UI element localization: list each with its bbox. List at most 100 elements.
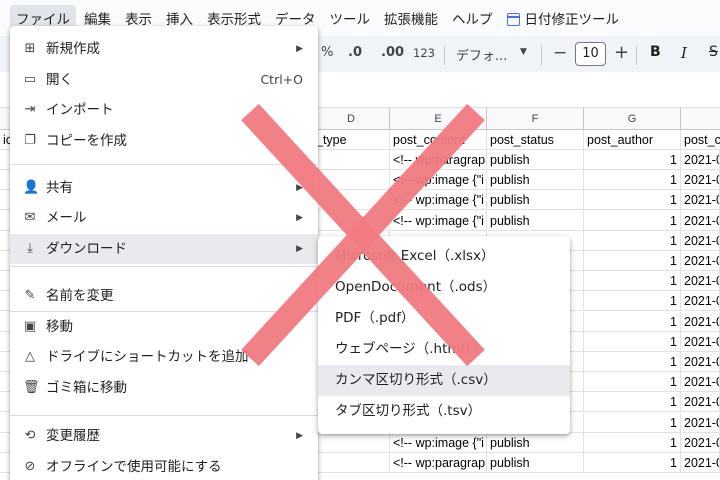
table-cell[interactable]: 2021-0: [681, 230, 720, 251]
table-cell[interactable]: 1: [584, 412, 681, 433]
column-header[interactable]: D: [313, 108, 390, 130]
table-cell[interactable]: 1: [584, 392, 681, 413]
table-cell[interactable]: 2021-0: [681, 311, 720, 332]
download-csv-item[interactable]: カンマ区切り形式（.csv）: [318, 365, 570, 396]
table-cell[interactable]: [313, 190, 390, 211]
table-cell[interactable]: 1: [584, 271, 681, 292]
table-cell[interactable]: 2021-0: [681, 170, 720, 191]
menu-item-email[interactable]: ✉ メール ▶: [10, 203, 318, 233]
italic-button[interactable]: I: [681, 44, 687, 62]
menu-item-open[interactable]: ▭ 開く Ctrl+O: [10, 65, 318, 95]
column-header[interactable]: [681, 108, 720, 130]
menu-tools[interactable]: ツール: [324, 5, 377, 31]
table-cell[interactable]: publish: [487, 432, 584, 453]
menu-help[interactable]: ヘルプ: [446, 5, 499, 31]
table-cell[interactable]: <!-- wp:image {"i: [390, 210, 487, 231]
table-cell[interactable]: 1: [584, 210, 681, 231]
table-cell[interactable]: 1: [584, 170, 681, 191]
table-cell[interactable]: 2021-0: [681, 210, 720, 231]
menu-item-rename[interactable]: ✎ 名前を変更: [10, 281, 318, 311]
menu-item-download[interactable]: ⤓ ダウンロード ▶: [10, 234, 318, 264]
table-cell[interactable]: 2021-0: [681, 412, 720, 433]
table-cell[interactable]: 1: [584, 251, 681, 271]
table-cell[interactable]: 2021-0: [681, 432, 720, 453]
toolbar-divider: [636, 45, 637, 65]
table-cell[interactable]: 1: [584, 453, 681, 473]
download-tsv-item[interactable]: タブ区切り形式（.tsv）: [318, 396, 570, 427]
header-cell[interactable]: post_author: [584, 130, 681, 150]
download-pdf-item[interactable]: PDF（.pdf）: [318, 303, 570, 334]
menu-item-share[interactable]: 👤 共有 ▶: [10, 173, 318, 203]
table-cell[interactable]: 2021-0: [681, 271, 720, 292]
menu-item-add-shortcut[interactable]: △ ドライブにショートカットを追加: [10, 342, 318, 372]
font-size-increase-button[interactable]: +: [614, 42, 629, 63]
table-cell[interactable]: publish: [487, 210, 584, 231]
bold-button[interactable]: B: [650, 44, 661, 60]
table-cell[interactable]: 1: [584, 331, 681, 352]
menu-item-make-copy[interactable]: ❐ コピーを作成: [10, 126, 318, 156]
font-size-input[interactable]: 10: [575, 42, 606, 66]
column-header[interactable]: F: [487, 108, 584, 130]
table-cell[interactable]: publish: [487, 150, 584, 170]
table-cell[interactable]: publish: [487, 170, 584, 191]
table-cell[interactable]: 2021-0: [681, 251, 720, 271]
column-header[interactable]: E: [390, 108, 487, 130]
table-cell[interactable]: [313, 170, 390, 191]
menu-date-fix-tool[interactable]: 日付修正ツール: [501, 5, 626, 31]
download-xlsx-item[interactable]: Microsoft Excel（.xlsx）: [318, 241, 570, 272]
table-cell[interactable]: publish: [487, 190, 584, 211]
table-cell[interactable]: 1: [584, 150, 681, 170]
font-family-select[interactable]: デフォ...: [456, 45, 507, 64]
download-html-item[interactable]: ウェブページ（.html）: [318, 334, 570, 365]
header-cell[interactable]: post_content: [390, 130, 487, 150]
table-cell[interactable]: [313, 432, 390, 453]
table-cell[interactable]: 2021-0: [681, 453, 720, 473]
table-cell[interactable]: [313, 453, 390, 473]
table-cell[interactable]: 2021-0: [681, 190, 720, 211]
table-cell[interactable]: publish: [487, 453, 584, 473]
table-cell[interactable]: 1: [584, 291, 681, 312]
table-cell[interactable]: [313, 210, 390, 231]
table-cell[interactable]: 1: [584, 372, 681, 393]
table-cell[interactable]: 2021-0: [681, 372, 720, 393]
menu-item-label: ダウンロード: [46, 241, 127, 257]
keyboard-shortcut: Ctrl+O: [260, 72, 303, 87]
header-cell[interactable]: _type: [313, 130, 390, 150]
download-ods-item[interactable]: OpenDocument（.ods）: [318, 272, 570, 303]
table-cell[interactable]: 1: [584, 230, 681, 251]
decrease-decimal-button[interactable]: .0: [348, 45, 362, 60]
table-cell[interactable]: <!-- wp:image {"i: [390, 190, 487, 211]
increase-decimal-button[interactable]: .00: [381, 45, 404, 60]
header-cell[interactable]: post_c: [681, 130, 720, 150]
column-header[interactable]: G: [584, 108, 681, 130]
header-cell[interactable]: post_status: [487, 130, 584, 150]
table-cell[interactable]: 1: [584, 432, 681, 453]
table-cell[interactable]: 2021-0: [681, 352, 720, 372]
table-cell[interactable]: <!-- wp:paragrap: [390, 453, 487, 473]
menu-item-version-history[interactable]: ⟲ 変更履歴 ▶: [10, 421, 318, 451]
table-cell[interactable]: 2021-0: [681, 392, 720, 413]
menu-item-trash[interactable]: 🗑 ゴミ箱に移動: [10, 373, 318, 403]
table-cell[interactable]: <!-- wp:paragrap: [390, 150, 487, 170]
table-cell[interactable]: 1: [584, 311, 681, 332]
table-cell[interactable]: <!-- wp:image {"i: [390, 170, 487, 191]
table-cell[interactable]: <!-- wp:image {"i: [390, 432, 487, 453]
font-size-decrease-button[interactable]: −: [553, 43, 567, 63]
menu-item-label: 開く: [46, 72, 73, 88]
strikethrough-button[interactable]: S: [709, 44, 718, 60]
table-cell[interactable]: [313, 150, 390, 170]
menu-item-offline[interactable]: ⊘ オフラインで使用可能にする: [10, 452, 318, 480]
menu-divider: [10, 266, 318, 267]
table-cell[interactable]: 2021-0: [681, 150, 720, 170]
menu-item-new[interactable]: ⊞ 新規作成 ▶: [10, 34, 318, 64]
table-cell[interactable]: 2021-0: [681, 331, 720, 352]
percent-format-button[interactable]: %: [321, 45, 333, 60]
table-cell[interactable]: 1: [584, 352, 681, 372]
menu-item-import[interactable]: ⇥ インポート: [10, 95, 318, 125]
menu-extensions[interactable]: 拡張機能: [378, 5, 444, 31]
table-cell[interactable]: 2021-0: [681, 291, 720, 312]
number-format-button[interactable]: 123: [413, 46, 435, 60]
menu-item-move[interactable]: ▣ 移動: [10, 312, 318, 342]
table-cell[interactable]: 1: [584, 190, 681, 211]
folder-icon: ▭: [23, 72, 37, 87]
